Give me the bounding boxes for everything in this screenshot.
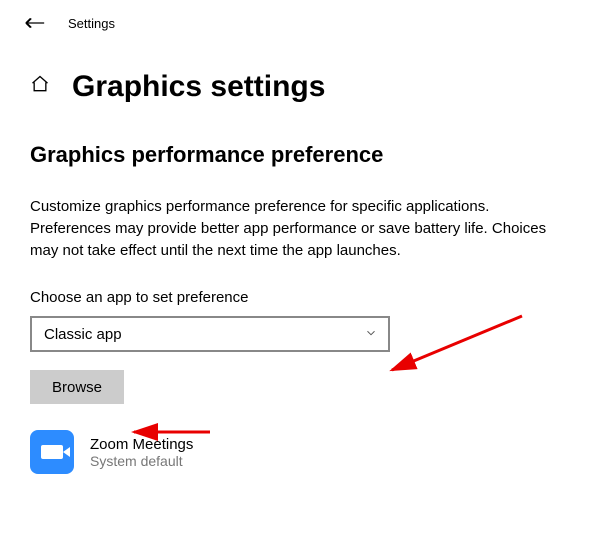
choose-app-label: Choose an app to set preference <box>30 289 570 306</box>
app-type-dropdown[interactable]: Classic app <box>30 316 390 352</box>
content-area: Graphics performance preference Customiz… <box>0 114 600 484</box>
browse-button[interactable]: Browse <box>30 370 124 404</box>
app-name: Zoom Meetings <box>90 436 193 453</box>
dropdown-value: Classic app <box>44 326 122 343</box>
window-title: Settings <box>68 16 115 31</box>
section-description: Customize graphics performance preferenc… <box>30 196 570 261</box>
page-title: Graphics settings <box>72 70 325 104</box>
chevron-down-icon <box>364 326 378 343</box>
app-subtitle: System default <box>90 453 193 469</box>
title-bar: Settings <box>0 0 600 46</box>
app-meta: Zoom Meetings System default <box>90 436 193 469</box>
section-heading: Graphics performance preference <box>30 142 570 168</box>
app-list-item[interactable]: Zoom Meetings System default <box>30 430 570 474</box>
back-arrow-icon[interactable] <box>20 14 46 32</box>
zoom-icon <box>30 430 74 474</box>
home-icon[interactable] <box>30 74 50 100</box>
page-header: Graphics settings <box>0 46 600 114</box>
